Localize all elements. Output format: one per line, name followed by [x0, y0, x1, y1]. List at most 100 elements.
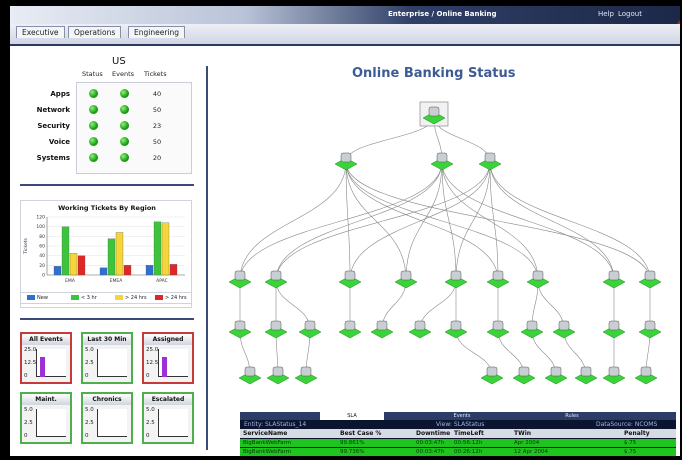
- sla-col-downtime[interactable]: Downtime: [416, 430, 450, 437]
- status-indicator-icon[interactable]: [89, 89, 98, 98]
- chart-title: Working Tickets By Region: [58, 204, 156, 212]
- sla-tab-sla[interactable]: SLA: [320, 412, 384, 420]
- tier3-node[interactable]: [552, 320, 576, 339]
- y-tick-label: 100: [36, 224, 45, 230]
- status-indicator-icon[interactable]: [89, 105, 98, 114]
- topology-link: [489, 161, 651, 281]
- tier4-node[interactable]: [238, 366, 262, 385]
- server-icon: [644, 270, 656, 281]
- table-row[interactable]: BigBankWebFarm 99.736% 00:03:47h 00:26:1…: [240, 448, 676, 456]
- legend-swatch: [155, 295, 163, 300]
- tier2-node[interactable]: [602, 270, 626, 289]
- tier4-node[interactable]: [294, 366, 318, 385]
- events-indicator-icon[interactable]: [120, 121, 129, 130]
- sla-tab-rules[interactable]: Rules: [540, 412, 604, 420]
- tier3-node[interactable]: [338, 320, 362, 339]
- tier3-node[interactable]: [228, 320, 252, 339]
- tier2-node[interactable]: [444, 270, 468, 289]
- topology-map[interactable]: [210, 86, 676, 406]
- tier3-node[interactable]: [298, 320, 322, 339]
- server-icon: [608, 270, 620, 281]
- sla-tab-events[interactable]: Events: [430, 412, 494, 420]
- server-icon: [234, 320, 246, 331]
- gauge-tick: 0: [85, 433, 89, 439]
- gauge-escalated[interactable]: Escalated 5.0 2.5 0: [142, 392, 194, 444]
- tier4-node[interactable]: [574, 366, 598, 385]
- gauge-tick: 5.0: [24, 407, 33, 413]
- x-tick-label: EMA: [65, 278, 76, 284]
- tier1-node[interactable]: [430, 152, 454, 171]
- tier4-node[interactable]: [480, 366, 504, 385]
- gauge-title: Escalated: [144, 394, 192, 405]
- tier3-node[interactable]: [264, 320, 288, 339]
- cell-downtime: 00:03:47h: [416, 449, 445, 455]
- gauge-title: Maint.: [22, 394, 70, 405]
- gauge-maint-[interactable]: Maint. 5.0 2.5 0: [20, 392, 72, 444]
- gauge-tick: 0: [146, 373, 150, 379]
- events-indicator-icon[interactable]: [120, 153, 129, 162]
- gauge-title: All Events: [22, 334, 70, 345]
- sla-col-penalty[interactable]: Penalty: [624, 430, 650, 437]
- events-indicator-icon[interactable]: [120, 89, 129, 98]
- separator: [20, 184, 194, 186]
- tier2-node[interactable]: [394, 270, 418, 289]
- sla-tab-bar: SLA Events Rules: [240, 412, 676, 420]
- tier4-node[interactable]: [544, 366, 568, 385]
- tier3-node[interactable]: [444, 320, 468, 339]
- server-icon: [376, 320, 388, 331]
- topology-link: [345, 161, 651, 281]
- gauge-all-events[interactable]: All Events 25.0 12.5 0: [20, 332, 72, 384]
- legend-label: > 24 hrs: [125, 295, 147, 301]
- gauge-bar: [40, 357, 45, 377]
- tier4-node[interactable]: [512, 366, 536, 385]
- logout-link[interactable]: Logout: [618, 10, 642, 18]
- topology-link: [345, 161, 539, 281]
- tier3-node[interactable]: [486, 320, 510, 339]
- legend-label: > 24 hrs: [165, 295, 187, 301]
- bar-apac-2: [161, 222, 170, 276]
- tier3-node[interactable]: [408, 320, 432, 339]
- gauge-last-30-min[interactable]: Last 30 Min 5.0 2.5 0: [81, 332, 133, 384]
- sla-col-bestcase[interactable]: Best Case %: [340, 430, 381, 437]
- tier2-node[interactable]: [264, 270, 288, 289]
- status-indicator-icon[interactable]: [89, 121, 98, 130]
- gauge-tick: 12.5: [146, 360, 159, 366]
- events-indicator-icon[interactable]: [120, 105, 129, 114]
- sla-col-service[interactable]: ServiceName: [243, 430, 287, 437]
- gauge-assigned[interactable]: Assigned 25.0 12.5 0: [142, 332, 194, 384]
- server-icon: [344, 320, 356, 331]
- tier3-node[interactable]: [520, 320, 544, 339]
- tier2-node[interactable]: [338, 270, 362, 289]
- chart-legend: New < 3 hr > 24 hrs > 24 hrs: [20, 292, 192, 304]
- tier2-node[interactable]: [228, 270, 252, 289]
- tier4-node[interactable]: [266, 366, 290, 385]
- y-tick-label: 60: [39, 244, 45, 250]
- server-icon: [450, 270, 462, 281]
- sla-datasource: DataSource: NCOMS: [596, 421, 658, 428]
- tier3-node[interactable]: [602, 320, 626, 339]
- tab-engineering[interactable]: Engineering: [128, 26, 185, 38]
- tier2-node[interactable]: [638, 270, 662, 289]
- events-indicator-icon[interactable]: [120, 137, 129, 146]
- tier2-node[interactable]: [486, 270, 510, 289]
- tier1-node[interactable]: [334, 152, 358, 171]
- sla-col-timeleft[interactable]: TimeLeft: [454, 430, 484, 437]
- tier3-node[interactable]: [370, 320, 394, 339]
- sla-col-twin[interactable]: TWin: [514, 430, 531, 437]
- tab-operations[interactable]: Operations: [68, 26, 122, 38]
- x-tick-label: APAC: [156, 278, 168, 284]
- gauge-chronics[interactable]: Chronics 5.0 2.5 0: [81, 392, 133, 444]
- tier4-node[interactable]: [602, 366, 626, 385]
- tier1-node[interactable]: [478, 152, 502, 171]
- bar-emea-0: [99, 267, 108, 276]
- tier2-node[interactable]: [526, 270, 550, 289]
- tier3-node[interactable]: [638, 320, 662, 339]
- status-indicator-icon[interactable]: [89, 137, 98, 146]
- table-row[interactable]: BigBankWebFarm 99.861% 00:03:47h 00:56:1…: [240, 439, 676, 447]
- tier4-node[interactable]: [634, 366, 658, 385]
- server-icon: [234, 270, 246, 281]
- server-icon: [644, 320, 656, 331]
- status-indicator-icon[interactable]: [89, 153, 98, 162]
- tab-executive[interactable]: Executive: [16, 26, 65, 38]
- help-link[interactable]: Help: [598, 10, 614, 18]
